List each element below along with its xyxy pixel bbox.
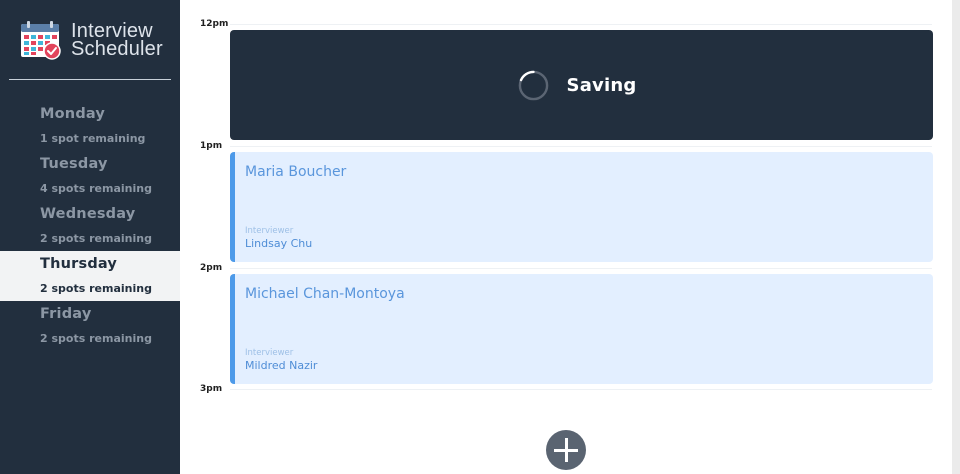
interviewer-label: Interviewer [245, 226, 294, 236]
day-spots: 4 spots remaining [40, 182, 152, 195]
app-title-line-2: Scheduler [71, 38, 163, 60]
day-spots: 2 spots remaining [40, 332, 152, 345]
time-label: 3pm [200, 384, 223, 394]
interviewer-name: Mildred Nazir [245, 359, 318, 372]
saving-text: Saving [566, 74, 637, 96]
sidebar: Interview Scheduler Monday 1 spot remain… [0, 0, 180, 474]
app-title: Interview Scheduler [71, 21, 163, 60]
day-name: Monday [40, 106, 106, 122]
spinner-icon [518, 70, 548, 100]
student-name: Maria Boucher [245, 164, 347, 180]
day-spots: 1 spot remaining [40, 132, 146, 145]
hour-divider [230, 24, 932, 25]
day-name: Tuesday [40, 156, 108, 172]
day-name: Friday [40, 306, 92, 322]
day-name: Thursday [40, 256, 118, 272]
appointment-card[interactable]: Maria Boucher Interviewer Lindsay Chu [230, 152, 933, 262]
day-name: Wednesday [40, 206, 136, 222]
day-spots: 2 spots remaining [40, 282, 152, 295]
add-appointment-button[interactable] [546, 430, 586, 470]
brand: Interview Scheduler [20, 18, 170, 62]
scrollbar[interactable] [952, 0, 960, 474]
interviewer-name: Lindsay Chu [245, 237, 313, 250]
day-item-thursday[interactable]: Thursday 2 spots remaining [0, 251, 180, 301]
sidebar-divider [9, 79, 171, 80]
day-item-tuesday[interactable]: Tuesday 4 spots remaining [0, 151, 180, 201]
schedule: 12pm Saving 1pm Maria Boucher Interviewe… [180, 0, 952, 474]
time-label: 2pm [200, 263, 223, 273]
day-item-monday[interactable]: Monday 1 spot remaining [0, 101, 180, 151]
time-label: 1pm [200, 141, 223, 151]
saving-status: Saving [230, 30, 933, 140]
day-item-friday[interactable]: Friday 2 spots remaining [0, 301, 180, 351]
interviewer-label: Interviewer [245, 348, 294, 358]
day-spots: 2 spots remaining [40, 232, 152, 245]
hour-divider [230, 146, 932, 147]
appointment-card[interactable]: Michael Chan-Montoya Interviewer Mildred… [230, 274, 933, 384]
day-list: Monday 1 spot remaining Tuesday 4 spots … [0, 101, 180, 351]
calendar-logo-icon [21, 21, 61, 60]
hour-divider [230, 389, 932, 390]
hour-divider [230, 268, 932, 269]
student-name: Michael Chan-Montoya [245, 286, 405, 302]
day-item-wednesday[interactable]: Wednesday 2 spots remaining [0, 201, 180, 251]
time-label: 12pm [200, 19, 229, 29]
